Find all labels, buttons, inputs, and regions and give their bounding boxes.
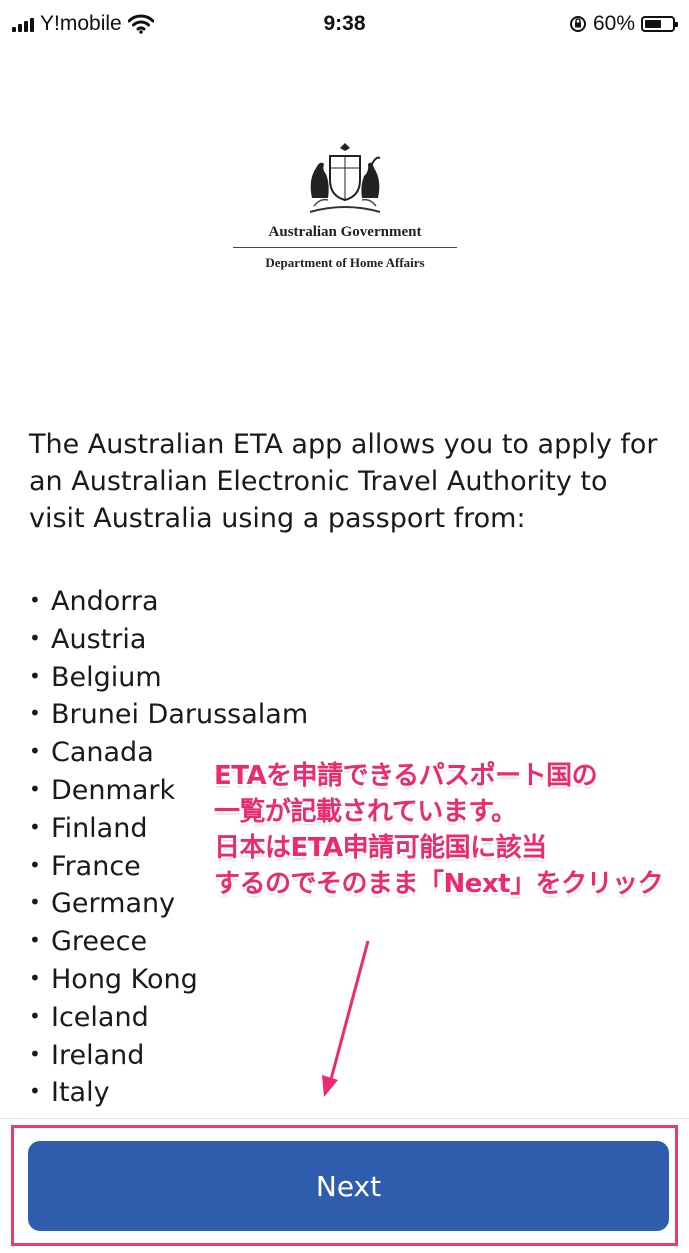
- orientation-lock-icon: [569, 16, 586, 32]
- country-item: Andorra: [29, 582, 429, 620]
- country-item: Belgium: [29, 658, 429, 696]
- country-item: Austria: [29, 620, 429, 658]
- status-right: 60%: [569, 12, 678, 36]
- logo-line-department: Department of Home Affairs: [265, 255, 425, 270]
- signal-icon: [12, 16, 34, 32]
- footer-divider: [0, 1118, 689, 1119]
- annotation-line: 日本はETA申請可能国に該当: [214, 833, 547, 863]
- logo-line-government: Australian Government: [268, 224, 422, 240]
- logo-divider: [233, 247, 457, 248]
- annotation-callout: ETAを申請できるパスポート国の 一覧が記載されています。 日本はETA申請可能国に…: [214, 758, 684, 902]
- annotation-line: するのでそのまま「Next」をクリック: [214, 869, 664, 899]
- next-button[interactable]: Next: [28, 1141, 669, 1231]
- annotation-line: 一覧が記載されています。: [214, 797, 517, 827]
- wifi-icon: [127, 14, 154, 34]
- battery-percent: 60%: [592, 12, 635, 35]
- annotation-arrow-icon: [322, 940, 370, 1097]
- carrier-label: Y!mobile: [40, 12, 122, 35]
- annotation-line: ETAを申請できるパスポート国の: [214, 761, 598, 791]
- government-logo: Australian Government Department of Home…: [220, 140, 470, 290]
- status-bar: Y!mobile 9:38 60%: [0, 0, 689, 52]
- intro-text: The Australian ETA app allows you to app…: [29, 429, 658, 534]
- coat-of-arms-icon: [309, 143, 381, 213]
- country-item: Brunei Darussalam: [29, 695, 429, 733]
- status-left: Y!mobile: [12, 12, 154, 36]
- battery-icon: [641, 16, 678, 32]
